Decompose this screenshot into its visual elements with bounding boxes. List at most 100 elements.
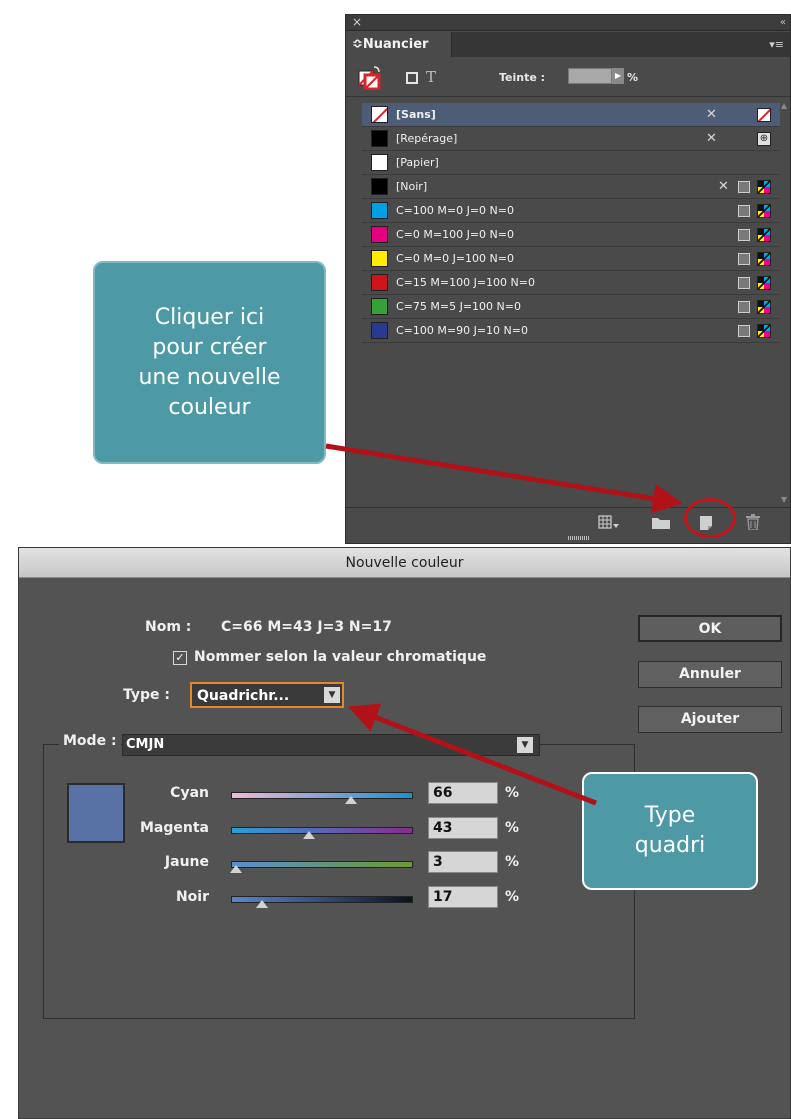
swatch-chip <box>371 298 388 315</box>
slider-unit: % <box>505 889 520 905</box>
close-icon[interactable]: × <box>352 15 362 30</box>
cmyk-mode-icon <box>757 252 771 266</box>
slider-value-input[interactable]: 66 <box>428 782 498 804</box>
mode-select-value: CMJN <box>126 737 165 752</box>
process-color-icon <box>738 229 750 241</box>
swatch-row[interactable]: C=15 M=100 J=100 N=0 <box>362 271 780 295</box>
swatch-row[interactable]: C=0 M=0 J=100 N=0 <box>362 247 780 271</box>
tint-stepper-icon[interactable]: ▶ <box>612 68 624 84</box>
slider-thumb[interactable] <box>256 900 268 908</box>
type-label: Type : <box>123 687 171 703</box>
swatch-row[interactable]: [Papier] <box>362 151 780 175</box>
tint-label: Teinte : <box>499 71 546 84</box>
swatch-chip <box>371 274 388 291</box>
slider-thumb[interactable] <box>230 865 242 873</box>
chevron-down-icon[interactable]: ▼ <box>517 737 533 753</box>
fill-stroke-icon[interactable] <box>358 66 382 90</box>
slider-unit: % <box>505 820 520 836</box>
swatch-label: C=15 M=100 J=100 N=0 <box>396 276 535 289</box>
tint-input[interactable] <box>568 68 612 84</box>
swatch-chip <box>371 322 388 339</box>
slider-track[interactable] <box>231 827 413 834</box>
text-format-icon[interactable]: T <box>426 68 436 86</box>
cmyk-mode-icon <box>757 300 771 314</box>
swatch-chip <box>371 202 388 219</box>
name-value[interactable]: C=66 M=43 J=3 N=17 <box>221 619 392 635</box>
slider-row: Jaune 3% <box>19 851 579 877</box>
slider-value-input[interactable]: 43 <box>428 817 498 839</box>
slider-thumb[interactable] <box>345 796 357 804</box>
callout-line: une nouvelle <box>138 364 281 390</box>
type-select[interactable]: Quadrichr... ▼ <box>190 682 344 708</box>
cmyk-mode-icon <box>757 180 771 194</box>
process-color-icon <box>738 205 750 217</box>
swatch-chip <box>371 130 388 147</box>
swatch-row[interactable]: [Repérage] ✕ ⊕ <box>362 127 780 151</box>
name-by-value-label: Nommer selon la valeur chromatique <box>194 649 487 665</box>
swatch-label: C=75 M=5 J=100 N=0 <box>396 300 521 313</box>
callout-line: couleur <box>168 394 251 420</box>
swatch-row[interactable]: C=100 M=90 J=10 N=0 <box>362 319 780 343</box>
panel-title-bar: × « <box>346 15 790 31</box>
no-edit-icon: ✕ <box>718 179 729 194</box>
none-swatch-icon <box>757 108 771 122</box>
swatch-row[interactable]: C=0 M=100 J=0 N=0 <box>362 223 780 247</box>
slider-track[interactable] <box>231 861 413 868</box>
swatch-label: [Sans] <box>396 108 436 121</box>
mode-select[interactable]: CMJN ▼ <box>122 734 540 756</box>
swatch-chip <box>371 106 388 123</box>
slider-value-input[interactable]: 17 <box>428 886 498 908</box>
ok-button[interactable]: OK <box>638 615 782 642</box>
cmyk-mode-icon <box>757 324 771 338</box>
cmyk-mode-icon <box>757 276 771 290</box>
cancel-button[interactable]: Annuler <box>638 661 782 688</box>
resize-grip[interactable] <box>568 536 590 540</box>
swatch-label: [Papier] <box>396 156 439 169</box>
chevron-down-icon[interactable]: ▼ <box>324 687 340 703</box>
slider-unit: % <box>505 854 520 870</box>
slider-label: Jaune <box>164 854 209 870</box>
swatch-row[interactable]: C=75 M=5 J=100 N=0 <box>362 295 780 319</box>
slider-value-input[interactable]: 3 <box>428 851 498 873</box>
slider-row: Noir 17% <box>19 886 579 912</box>
swatch-row[interactable]: [Sans] ✕ <box>362 103 780 127</box>
swatch-list: [Sans] ✕ [Repérage] ✕ ⊕ [Papier] [Noir] ✕ C=100 … <box>362 103 780 343</box>
callout-line: Type <box>644 803 696 828</box>
no-edit-icon: ✕ <box>706 107 717 122</box>
panel-scrollbar[interactable] <box>780 103 788 503</box>
registration-icon: ⊕ <box>757 132 771 146</box>
slider-thumb[interactable] <box>303 831 315 839</box>
slider-label: Magenta <box>139 820 209 836</box>
folder-icon[interactable] <box>652 516 670 529</box>
swatch-chip <box>371 178 388 195</box>
swatch-view-icon[interactable] <box>598 515 620 529</box>
slider-track[interactable] <box>231 792 413 799</box>
add-button[interactable]: Ajouter <box>638 706 782 733</box>
swatch-chip <box>371 250 388 267</box>
trash-icon[interactable] <box>746 514 760 530</box>
slider-row: Cyan 66% <box>19 782 579 808</box>
process-color-icon <box>738 181 750 193</box>
callout-line: pour créer <box>152 334 267 360</box>
swatch-row[interactable]: C=100 M=0 J=0 N=0 <box>362 199 780 223</box>
panel-menu-icon[interactable]: ▾≡ <box>769 38 784 51</box>
process-color-icon <box>738 301 750 313</box>
process-color-icon <box>738 277 750 289</box>
container-format-icon[interactable] <box>406 72 418 84</box>
no-edit-icon: ✕ <box>706 131 717 146</box>
tab-swatches[interactable]: ≎Nuancier <box>346 32 452 57</box>
name-by-value-checkbox[interactable]: ✓ <box>173 651 187 665</box>
swatch-label: [Noir] <box>396 180 428 193</box>
cmyk-mode-icon <box>757 204 771 218</box>
swatch-label: C=100 M=90 J=10 N=0 <box>396 324 528 337</box>
process-color-icon <box>738 253 750 265</box>
slider-label: Noir <box>175 889 209 905</box>
collapse-icon[interactable]: « <box>780 15 786 30</box>
slider-unit: % <box>505 785 520 801</box>
panel-toolbar: T Teinte : ▶ % <box>346 59 790 97</box>
swatch-chip <box>371 154 388 171</box>
swatch-row[interactable]: [Noir] ✕ <box>362 175 780 199</box>
callout-new-color: Cliquer ici pour créer une nouvelle coul… <box>93 261 326 464</box>
process-color-icon <box>738 325 750 337</box>
slider-row: Magenta 43% <box>19 817 579 843</box>
